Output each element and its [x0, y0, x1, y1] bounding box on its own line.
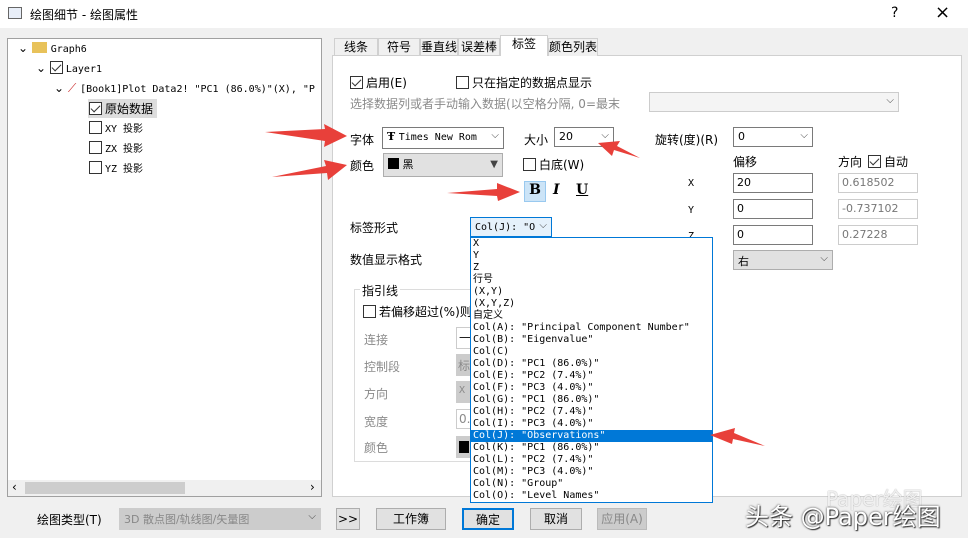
- annotation-arrows: [265, 124, 765, 446]
- arrow-size: [598, 141, 640, 158]
- arrow-bold: [447, 183, 520, 201]
- arrow-font: [265, 124, 347, 147]
- arrow-observations: [710, 428, 765, 446]
- arrow-color: [272, 160, 347, 180]
